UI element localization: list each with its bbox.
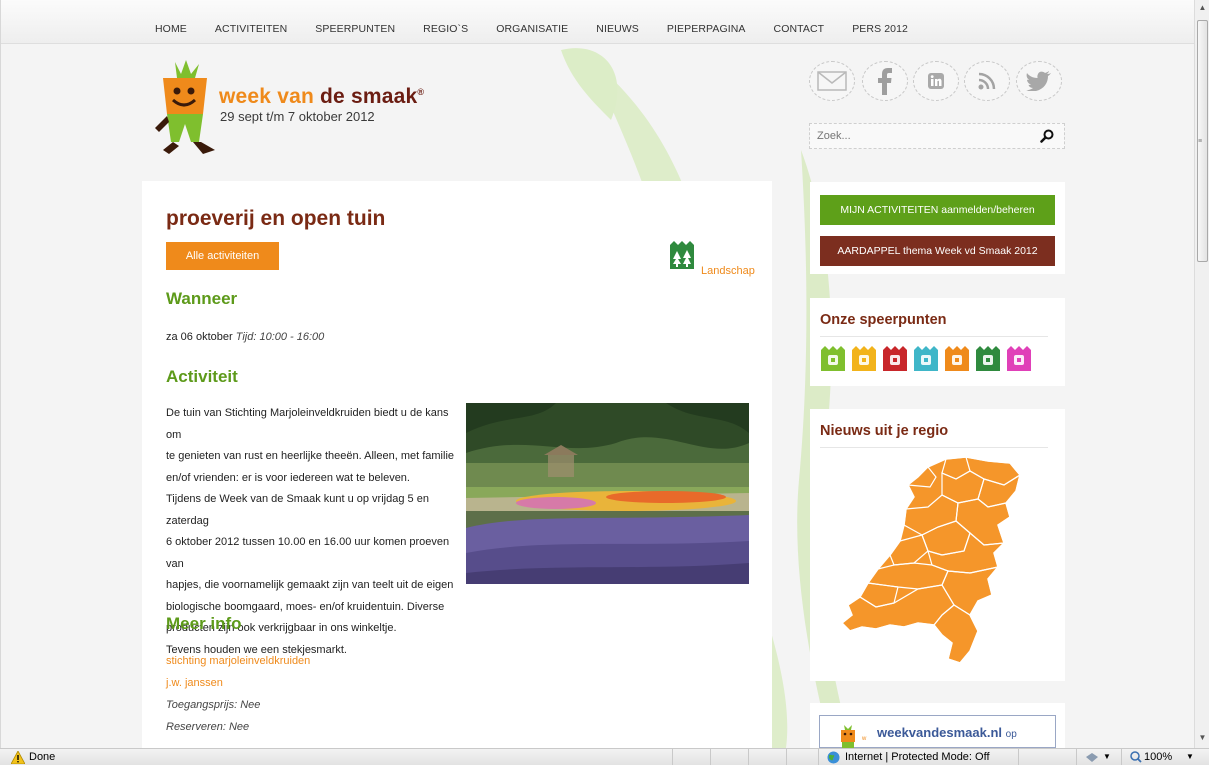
event-date: za 06 oktober Tijd: 10:00 - 16:00 bbox=[166, 331, 325, 343]
garden-photo bbox=[466, 403, 749, 584]
top-navigation: HOME ACTIVITEITEN SPEERPUNTEN REGIO`S OR… bbox=[1, 0, 1194, 44]
nav-contact[interactable]: CONTACT bbox=[774, 23, 825, 35]
city-focus-icon[interactable] bbox=[820, 346, 846, 372]
nav-pers-2012[interactable]: PERS 2012 bbox=[852, 23, 908, 35]
activity-heading: Activiteit bbox=[166, 367, 238, 386]
carrot-mascot-small-icon bbox=[841, 725, 855, 748]
when-heading: Wanneer bbox=[166, 289, 238, 308]
all-activities-button[interactable]: Alle activiteiten bbox=[166, 242, 279, 270]
bread-focus-icon[interactable] bbox=[913, 346, 939, 372]
status-segment bbox=[710, 749, 748, 765]
warning-icon bbox=[11, 751, 25, 764]
chevron-down-icon: ▼ bbox=[1103, 752, 1111, 761]
page-viewport: HOME ACTIVITEITEN SPEERPUNTEN REGIO`S OR… bbox=[0, 0, 1194, 748]
focus-points-title: Onze speerpunten bbox=[820, 312, 947, 328]
nav-regios[interactable]: REGIO`S bbox=[423, 23, 468, 35]
landscape-category-icon bbox=[670, 241, 694, 269]
regional-news-title: Nieuws uit je regio bbox=[820, 423, 949, 439]
category-label: Landschap bbox=[701, 265, 755, 277]
person-focus-icon[interactable] bbox=[851, 346, 877, 372]
category-landschap[interactable]: Landschap bbox=[668, 241, 758, 281]
mail-icon[interactable] bbox=[809, 61, 855, 101]
vertical-scrollbar[interactable]: ▲ ≡ ▼ bbox=[1194, 0, 1209, 748]
main-content: proeverij en open tuin Alle activiteiten… bbox=[142, 181, 772, 748]
page-title: proeverij en open tuin bbox=[166, 207, 386, 230]
linkedin-icon[interactable] bbox=[913, 61, 959, 101]
sidebar-buttons-box: MIJN ACTIVITEITEN aanmelden/beheren AARD… bbox=[810, 182, 1065, 274]
regional-news-box: Nieuws uit je regio bbox=[810, 409, 1065, 681]
more-info-heading: Meer info bbox=[166, 614, 242, 633]
entry-fee: Toegangsprijs: Nee bbox=[166, 699, 261, 711]
scroll-up-arrow-icon[interactable]: ▲ bbox=[1195, 0, 1209, 15]
chevron-down-icon: ▼ bbox=[1186, 752, 1194, 761]
facebook-page-title[interactable]: weekvandesmaak.nl op bbox=[877, 725, 1017, 740]
mini-logo-text: w bbox=[862, 736, 867, 742]
search-box[interactable] bbox=[809, 123, 1065, 149]
contact-person-link[interactable]: j.w. janssen bbox=[166, 677, 223, 689]
organizer-link[interactable]: stichting marjoleinveldkruiden bbox=[166, 655, 310, 667]
nav-organisatie[interactable]: ORGANISATIE bbox=[496, 23, 568, 35]
grip-icon: ≡ bbox=[1198, 138, 1203, 145]
divider bbox=[820, 447, 1048, 448]
protected-mode-toggle[interactable]: ▼ bbox=[1076, 749, 1121, 765]
my-activities-button[interactable]: MIJN ACTIVITEITEN aanmelden/beheren bbox=[820, 195, 1055, 225]
brand-name: week van de smaak® bbox=[219, 85, 425, 108]
shield-icon bbox=[1086, 753, 1098, 762]
status-segment bbox=[748, 749, 786, 765]
nav-nieuws[interactable]: NIEUWS bbox=[596, 23, 639, 35]
scroll-down-arrow-icon[interactable]: ▼ bbox=[1195, 730, 1209, 745]
search-icon[interactable] bbox=[1040, 129, 1054, 143]
twitter-icon[interactable] bbox=[1016, 61, 1062, 101]
nav-activiteiten[interactable]: ACTIVITEITEN bbox=[215, 23, 287, 35]
event-dates: 29 sept t/m 7 oktober 2012 bbox=[220, 109, 375, 124]
potato-theme-button[interactable]: AARDAPPEL thema Week vd Smaak 2012 bbox=[820, 236, 1055, 266]
globe-icon bbox=[827, 751, 840, 764]
carrot-mascot-icon bbox=[155, 60, 215, 154]
forest-focus-icon[interactable] bbox=[975, 346, 1001, 372]
event-time: Tijd: 10:00 - 16:00 bbox=[235, 331, 325, 343]
status-segment bbox=[1018, 749, 1076, 765]
focus-points-box: Onze speerpunten bbox=[810, 298, 1065, 386]
farm-focus-icon[interactable] bbox=[882, 346, 908, 372]
rss-icon[interactable] bbox=[964, 61, 1010, 101]
reservation-info: Reserveren: Nee bbox=[166, 721, 250, 733]
status-segment bbox=[672, 749, 710, 765]
nav-speerpunten[interactable]: SPEERPUNTEN bbox=[315, 23, 395, 35]
status-text: Done bbox=[29, 751, 56, 763]
facebook-like-box[interactable]: w weekvandesmaak.nl op bbox=[819, 715, 1056, 748]
facebook-icon[interactable] bbox=[862, 61, 908, 101]
divider bbox=[820, 336, 1048, 337]
zoom-icon bbox=[1130, 751, 1142, 763]
bicycle-focus-icon[interactable] bbox=[944, 346, 970, 372]
nav-pieperpagina[interactable]: PIEPERPAGINA bbox=[667, 23, 746, 35]
status-segment bbox=[786, 749, 818, 765]
nav-home[interactable]: HOME bbox=[155, 23, 187, 35]
netherlands-map[interactable] bbox=[838, 455, 1038, 667]
security-zone[interactable]: Internet | Protected Mode: Off bbox=[818, 749, 1018, 765]
site-logo[interactable]: week van de smaak® 29 sept t/m 7 oktober… bbox=[155, 58, 455, 168]
browser-status-bar: Done Internet | Protected Mode: Off ▼ 10… bbox=[0, 748, 1209, 765]
family-focus-icon[interactable] bbox=[1006, 346, 1032, 372]
search-input[interactable] bbox=[810, 124, 1020, 148]
zoom-control[interactable]: 100% ▼ bbox=[1121, 749, 1209, 765]
